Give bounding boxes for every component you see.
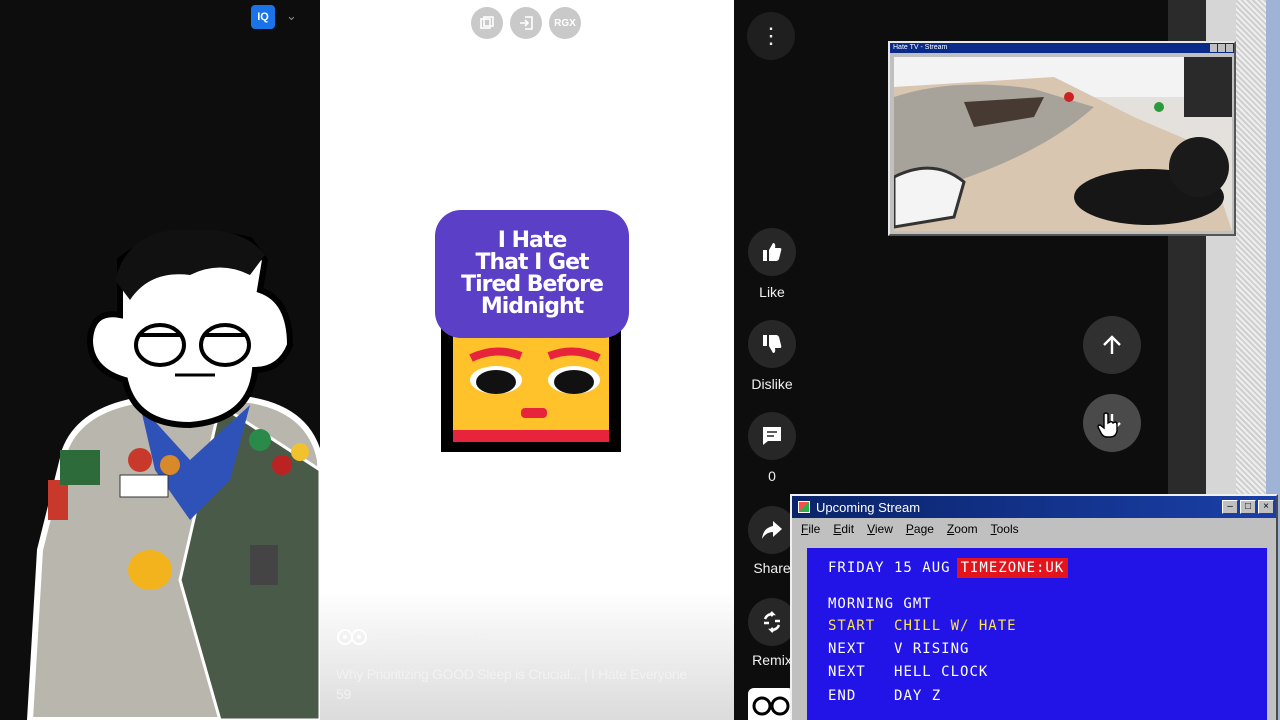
timezone-badge: TIMEZONE:UK xyxy=(956,558,1069,578)
menu-zoom[interactable]: Zoom xyxy=(947,522,978,536)
hand-cursor-icon xyxy=(1097,412,1118,438)
channel-row[interactable]: @ihateeveryoneTV xyxy=(335,622,488,652)
schedule-period: MORNING GMT xyxy=(828,596,932,612)
arrow-up-icon xyxy=(1103,335,1121,354)
menu-edit[interactable]: Edit xyxy=(833,522,854,536)
extension-badge[interactable]: IQ xyxy=(251,5,275,29)
channel-logo: I Hate That I Get Tired Before Midnight xyxy=(435,210,629,452)
close-icon[interactable] xyxy=(1226,44,1233,52)
comment-icon[interactable] xyxy=(748,412,796,460)
login-icon[interactable] xyxy=(510,7,542,39)
schedule-date-row: FRIDAY 15 AUG TIMEZONE:UK xyxy=(828,558,1069,578)
dislike-action[interactable]: Dislike xyxy=(747,320,797,392)
schedule-value: DAY Z xyxy=(894,688,942,704)
comments-action[interactable]: 0 xyxy=(747,412,797,484)
logo-line: Midnight xyxy=(480,294,584,319)
maximize-button[interactable]: □ xyxy=(1240,500,1256,514)
remix-icon[interactable] xyxy=(748,598,796,646)
thumbs-down-icon[interactable] xyxy=(748,320,796,368)
stream-window[interactable]: Hate TV - Stream xyxy=(888,41,1236,236)
logo-title: I Hate That I Get Tired Before Midnight xyxy=(435,210,629,338)
stream-video[interactable] xyxy=(894,57,1232,231)
logo-line: I Hate xyxy=(497,228,568,253)
schedule-value: HELL CLOCK xyxy=(894,664,989,680)
share-icon[interactable] xyxy=(748,506,796,554)
upcoming-window-title: Upcoming Stream xyxy=(816,499,921,515)
stream-window-title: Hate TV - Stream xyxy=(893,44,948,51)
logo-line: That I Get xyxy=(475,250,589,275)
upcoming-titlebar[interactable]: Upcoming Stream – □ × xyxy=(792,496,1276,518)
menu-page[interactable]: Page xyxy=(906,522,934,536)
app-icon xyxy=(798,501,810,513)
schedule-panel: FRIDAY 15 AUG TIMEZONE:UK MORNING GMT STA… xyxy=(807,548,1267,720)
menu-view[interactable]: View xyxy=(867,522,893,536)
stream-titlebar[interactable]: Hate TV - Stream xyxy=(890,43,1234,53)
maximize-icon[interactable] xyxy=(1218,44,1225,52)
like-label: Like xyxy=(759,284,785,300)
channel-avatar-small[interactable] xyxy=(748,688,794,720)
streamer-avatar-overlay xyxy=(26,229,334,720)
thumbs-up-icon[interactable] xyxy=(748,228,796,276)
schedule-row: START CHILL W/ HATE xyxy=(828,618,1017,634)
schedule-value: CHILL W/ HATE xyxy=(894,618,1017,634)
next-video-button[interactable] xyxy=(1083,394,1141,452)
schedule-row: END DAY Z xyxy=(828,688,941,704)
channel-avatar[interactable] xyxy=(335,622,369,652)
schedule-value: V RISING xyxy=(894,641,970,657)
picture-in-picture-icon[interactable] xyxy=(471,7,503,39)
schedule-label: START xyxy=(828,618,876,634)
menu-tools[interactable]: Tools xyxy=(991,522,1019,536)
video-title-suffix: 59 xyxy=(336,686,351,702)
dislike-label: Dislike xyxy=(751,376,793,392)
schedule-row: NEXT V RISING xyxy=(828,641,969,657)
minimize-icon[interactable] xyxy=(1210,44,1217,52)
logo-face xyxy=(441,318,621,452)
schedule-label: NEXT xyxy=(828,664,866,680)
rgx-button[interactable]: RGX xyxy=(549,7,581,39)
upcoming-stream-window[interactable]: Upcoming Stream – □ × File Edit View Pag… xyxy=(790,494,1278,720)
menu-file[interactable]: File xyxy=(801,522,820,536)
channel-handle[interactable]: @ihateeveryoneTV xyxy=(377,630,488,645)
schedule-row: NEXT HELL CLOCK xyxy=(828,664,988,680)
schedule-label: END xyxy=(828,688,857,704)
screen: IQ ⌄ RGX @ihateeveryoneTV Why Prioritizi… xyxy=(0,0,1280,720)
video-title-text: Why Prioritizing GOOD Sleep is Crucial..… xyxy=(336,666,687,682)
like-action[interactable]: Like xyxy=(747,228,797,300)
comments-count: 0 xyxy=(768,468,776,484)
menu-bar: File Edit View Page Zoom Tools xyxy=(792,518,1276,540)
close-button[interactable]: × xyxy=(1258,500,1274,514)
minimize-button[interactable]: – xyxy=(1222,500,1238,514)
more-options-button[interactable]: ⋮ xyxy=(747,12,795,60)
schedule-label: NEXT xyxy=(828,641,866,657)
previous-video-button[interactable] xyxy=(1083,316,1141,374)
rgx-label: RGX xyxy=(554,17,576,29)
chevron-down-icon[interactable]: ⌄ xyxy=(286,8,297,24)
logo-line: Tired Before xyxy=(461,272,604,297)
extension-label: IQ xyxy=(257,11,269,23)
schedule-date: FRIDAY 15 AUG xyxy=(828,560,951,576)
video-title[interactable]: Why Prioritizing GOOD Sleep is Crucial..… xyxy=(336,664,726,704)
